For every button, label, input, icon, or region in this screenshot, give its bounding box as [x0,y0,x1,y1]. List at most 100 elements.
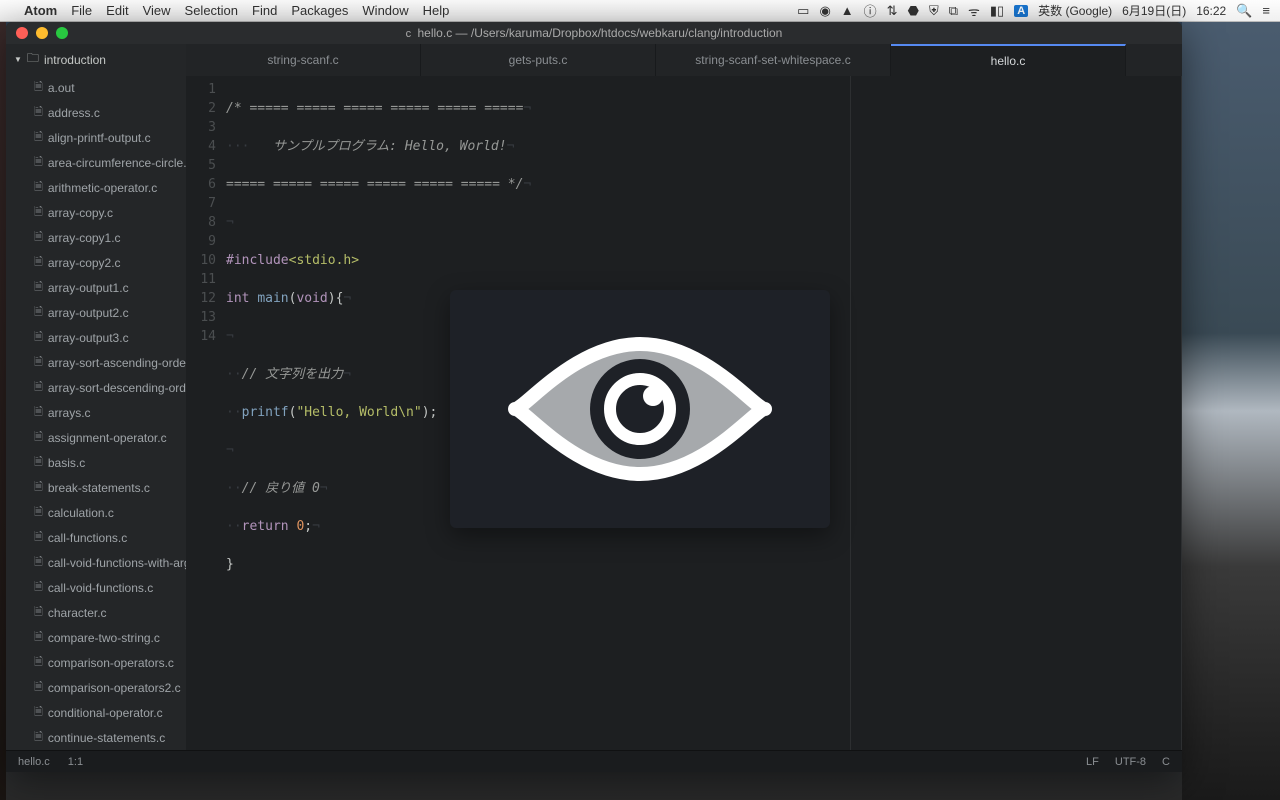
tree-file-item[interactable]: 🗎call-void-functions.c [6,575,186,600]
file-icon: 🗎 [34,728,43,747]
window-titlebar[interactable]: c hello.c — /Users/karuma/Dropbox/htdocs… [6,22,1182,44]
zoom-button[interactable] [56,27,68,39]
tree-file-item[interactable]: 🗎 array-sort-ascending-order.c [6,350,186,375]
tree-file-item[interactable]: 🗎character.c [6,600,186,625]
status-encoding[interactable]: UTF-8 [1115,756,1146,768]
file-icon: 🗎 [34,378,43,397]
status-icon[interactable]: ▲ [841,3,854,18]
tree-file-item[interactable]: 🗎compare-two-string.c [6,625,186,650]
tree-file-label: basis.c [48,456,85,470]
file-icon: 🗎 [34,503,43,522]
file-icon: 🗎 [34,578,43,597]
tree-file-item[interactable]: 🗎calculation.c [6,500,186,525]
tree-file-label: area-circumference-circle.c [48,156,186,170]
tree-file-label: array-output3.c [48,331,129,345]
tree-file-item[interactable]: 🗎array-output1.c [6,275,186,300]
menu-edit[interactable]: Edit [106,3,128,18]
tree-file-item[interactable]: 🗎array-copy1.c [6,225,186,250]
file-type-icon: c [406,28,412,40]
wifi-icon[interactable]: ᯤ [968,2,980,20]
file-icon: 🗎 [34,353,43,372]
tab-bar: string-scanf.c gets-puts.c string-scanf-… [186,44,1182,76]
ime-label[interactable]: 英数 (Google) [1038,2,1112,19]
tree-file-label: align-printf-output.c [48,131,151,145]
line-number-gutter: 1234567891011121314 [186,76,226,750]
status-icon[interactable]: ⓘ [864,1,877,20]
tree-file-label: address.c [48,106,100,120]
file-icon: 🗎 [34,178,43,197]
status-line-ending[interactable]: LF [1086,756,1099,768]
tree-file-label: array-output2.c [48,306,129,320]
close-button[interactable] [16,27,28,39]
status-grammar[interactable]: C [1162,756,1170,768]
tree-file-item[interactable]: 🗎continue-statements.c [6,725,186,750]
tree-file-item[interactable]: 🗎arrays.c [6,400,186,425]
tree-file-label: comparison-operators2.c [48,681,181,695]
tree-file-label: arithmetic-operator.c [48,181,157,195]
tree-file-item[interactable]: 🗎 a.out [6,75,186,100]
folder-icon: 🗀 [27,49,39,70]
tree-file-item[interactable]: 🗎array-output3.c [6,325,186,350]
ime-badge[interactable]: A [1014,5,1028,17]
tree-file-label: a.out [48,81,75,95]
menu-view[interactable]: View [143,3,171,18]
menubar-date[interactable]: 6月19日(日) [1122,2,1186,19]
preview-overlay[interactable] [450,290,830,528]
tree-file-item[interactable]: 🗎array-copy.c [6,200,186,225]
menu-help[interactable]: Help [423,3,450,18]
tree-view-sidebar[interactable]: ▼ 🗀 introduction 🗎a.out🗎address.c🗎align-… [6,44,186,750]
menu-packages[interactable]: Packages [291,3,348,18]
app-menu[interactable]: Atom [24,3,57,18]
menubar-time[interactable]: 16:22 [1196,4,1226,18]
tree-file-label: call-functions.c [48,531,127,545]
tree-file-label: character.c [48,606,107,620]
chevron-down-icon: ▼ [14,55,22,64]
status-cursor-position[interactable]: 1:1 [68,756,83,768]
status-file[interactable]: hello.c [18,756,50,768]
menu-selection[interactable]: Selection [185,3,238,18]
tree-file-item[interactable]: 🗎area-circumference-circle.c [6,150,186,175]
tree-file-item[interactable]: 🗎address.c [6,100,186,125]
dropbox-icon[interactable]: ⧉ [949,3,958,19]
tree-file-item[interactable]: 🗎basis.c [6,450,186,475]
eye-icon [505,334,775,484]
tree-root-label: introduction [44,53,106,67]
tree-file-label: array-copy1.c [48,231,121,245]
tree-file-item[interactable]: 🗎array-output2.c [6,300,186,325]
tree-file-item[interactable]: 🗎array-copy2.c [6,250,186,275]
status-icon[interactable]: ⬣ [908,3,919,19]
file-icon: 🗎 [34,78,43,97]
tree-file-item[interactable]: 🗎comparison-operators.c [6,650,186,675]
tree-root-folder[interactable]: ▼ 🗀 introduction [6,44,186,75]
status-icon[interactable]: ⇅ [887,3,898,19]
tree-file-label: call-void-functions-with-arg.c [48,556,186,570]
tree-file-item[interactable]: 🗎conditional-operator.c [6,700,186,725]
tab-string-scanf-set-whitespace[interactable]: string-scanf-set-whitespace.c [656,44,891,76]
tree-file-item[interactable]: 🗎break-statements.c [6,475,186,500]
battery-icon[interactable]: ▮▯ [990,3,1004,19]
menu-file[interactable]: File [71,3,92,18]
shield-icon[interactable]: ⛨ [929,3,939,19]
tree-file-item[interactable]: 🗎call-void-functions-with-arg.c [6,550,186,575]
menu-window[interactable]: Window [362,3,408,18]
status-bar: hello.c 1:1 LF UTF-8 C [6,750,1182,772]
file-icon: 🗎 [34,653,43,672]
tree-file-label: assignment-operator.c [48,431,167,445]
tab-gets-puts[interactable]: gets-puts.c [421,44,656,76]
tab-hello[interactable]: hello.c [891,44,1126,76]
minimize-button[interactable] [36,27,48,39]
status-icon[interactable]: ◉ [819,3,830,19]
tree-file-item[interactable]: 🗎comparison-operators2.c [6,675,186,700]
tree-file-label: arrays.c [48,406,91,420]
notification-center-icon[interactable]: ≡ [1262,3,1270,18]
tab-string-scanf[interactable]: string-scanf.c [186,44,421,76]
tree-file-item[interactable]: 🗎 arithmetic-operator.c [6,175,186,200]
tree-file-item[interactable]: 🗎array-sort-descending-order.c [6,375,186,400]
tree-file-item[interactable]: 🗎assignment-operator.c [6,425,186,450]
menu-find[interactable]: Find [252,3,277,18]
status-icon[interactable]: ▭ [797,3,809,19]
tree-file-item[interactable]: 🗎align-printf-output.c [6,125,186,150]
spotlight-icon[interactable]: 🔍 [1236,3,1252,19]
tree-file-item[interactable]: 🗎call-functions.c [6,525,186,550]
tree-file-label: array-sort-ascending-order.c [48,356,186,370]
